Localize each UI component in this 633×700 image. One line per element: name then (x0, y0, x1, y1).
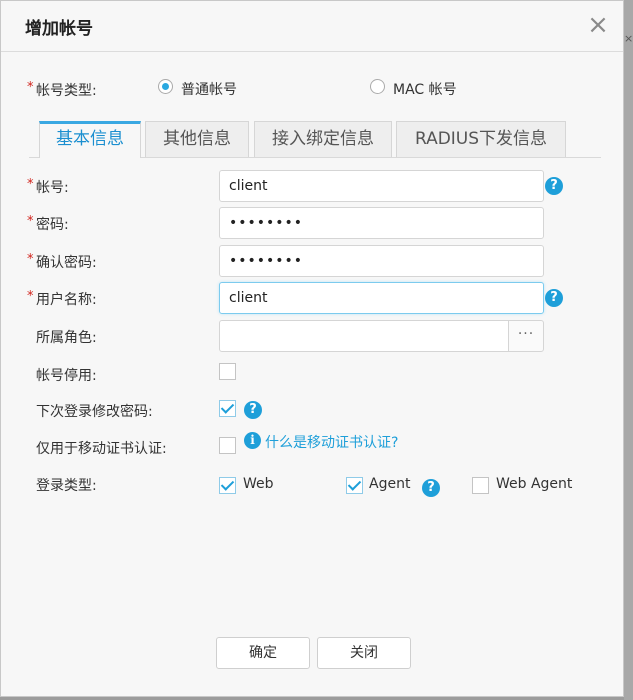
required-mark: * (27, 214, 34, 229)
username-label: 用户名称: (36, 292, 97, 308)
help-icon[interactable]: ? (244, 401, 262, 419)
close-icon[interactable]: × (586, 12, 610, 38)
account-disabled-label: 帐号停用: (36, 368, 97, 384)
confirm-password-label: 确认密码: (36, 255, 97, 271)
radio-mac-account[interactable] (370, 79, 385, 94)
close-button[interactable]: 关闭 (317, 637, 411, 669)
change-password-checkbox[interactable] (219, 400, 236, 417)
mobile-cert-label: 仅用于移动证书认证: (36, 441, 167, 457)
radio-normal-account[interactable] (158, 79, 173, 94)
account-disabled-checkbox[interactable] (219, 363, 236, 380)
mobile-cert-checkbox[interactable] (219, 437, 236, 454)
required-mark: * (27, 80, 34, 95)
confirm-password-input[interactable]: •••••••• (219, 245, 544, 277)
login-agent-checkbox[interactable] (346, 477, 363, 494)
login-web-agent-checkbox[interactable] (472, 477, 489, 494)
tab-other-info[interactable]: 其他信息 (145, 121, 249, 157)
dialog-title: 增加帐号 (25, 19, 93, 39)
account-type-label: 帐号类型: (36, 83, 97, 99)
radio-normal-account-label[interactable]: 普通帐号 (181, 79, 237, 99)
tab-basic-info[interactable]: 基本信息 (39, 121, 141, 158)
change-password-label: 下次登录修改密码: (36, 404, 153, 420)
role-input[interactable] (219, 320, 509, 352)
login-agent-label[interactable]: Agent (369, 476, 410, 492)
tab-access-binding[interactable]: 接入绑定信息 (254, 121, 392, 157)
ok-button[interactable]: 确定 (216, 637, 310, 669)
account-input[interactable]: client (219, 170, 544, 202)
login-web-label[interactable]: Web (243, 476, 274, 492)
login-web-agent-label[interactable]: Web Agent (496, 476, 572, 492)
required-mark: * (27, 289, 34, 304)
backdrop-fragment: × (624, 32, 633, 45)
role-select-button[interactable]: ··· (508, 320, 544, 352)
help-icon[interactable]: ? (422, 479, 440, 497)
account-label: 帐号: (36, 180, 69, 196)
password-label: 密码: (36, 217, 69, 233)
required-mark: * (27, 252, 34, 267)
required-mark: * (27, 177, 34, 192)
radio-mac-account-label[interactable]: MAC 帐号 (393, 79, 457, 99)
mobile-cert-help-link[interactable]: 什么是移动证书认证? (265, 432, 398, 452)
backdrop-strip: × (624, 0, 633, 700)
login-web-checkbox[interactable] (219, 477, 236, 494)
role-label: 所属角色: (36, 330, 97, 346)
help-icon[interactable]: ? (545, 289, 563, 307)
tab-bar: 基本信息 其他信息 接入绑定信息 RADIUS下发信息 (29, 119, 601, 158)
username-input[interactable]: client (219, 282, 544, 314)
help-icon[interactable]: ? (545, 177, 563, 195)
add-account-dialog: 增加帐号 × * 帐号类型: 普通帐号 MAC 帐号 基本信息 其他信息 接入绑… (0, 0, 624, 697)
tab-radius-info[interactable]: RADIUS下发信息 (396, 121, 566, 157)
dialog-titlebar: 增加帐号 × (1, 1, 623, 52)
info-icon: i (244, 432, 261, 449)
login-type-label: 登录类型: (36, 478, 97, 494)
password-input[interactable]: •••••••• (219, 207, 544, 239)
